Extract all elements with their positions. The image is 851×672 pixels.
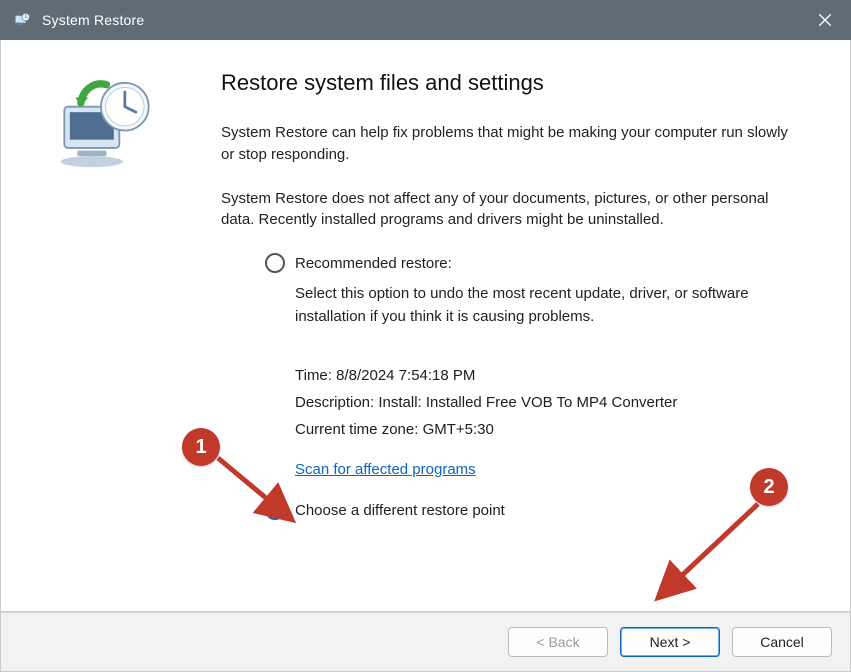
close-icon[interactable] [809, 4, 841, 36]
restore-time-row: Time: 8/8/2024 7:54:18 PM [295, 362, 795, 389]
choose-different-restore-label: Choose a different restore point [295, 502, 505, 519]
wizard-sidebar [1, 40, 201, 611]
restore-description-label: Description: [295, 394, 374, 411]
page-heading: Restore system files and settings [221, 70, 795, 96]
cancel-button[interactable]: Cancel [732, 627, 832, 657]
wizard-button-bar: < Back Next > Cancel [0, 612, 851, 672]
back-button: < Back [508, 627, 608, 657]
window-title: System Restore [42, 12, 144, 28]
scan-affected-programs-link[interactable]: Scan for affected programs [295, 461, 476, 478]
recommended-restore-option[interactable]: Recommended restore: [265, 253, 795, 273]
app-icon [12, 10, 32, 30]
intro-paragraph-1: System Restore can help fix problems tha… [221, 122, 795, 166]
restore-timezone-value: GMT+5:30 [423, 421, 494, 438]
restore-description-value: Install: Installed Free VOB To MP4 Conve… [378, 394, 677, 411]
title-bar: System Restore [0, 0, 851, 40]
wizard-body: Restore system files and settings System… [0, 40, 851, 612]
restore-timezone-label: Current time zone: [295, 421, 418, 438]
recommended-restore-description: Select this option to undo the most rece… [295, 283, 795, 328]
radio-selected-icon [265, 500, 285, 520]
wizard-content: Restore system files and settings System… [201, 40, 850, 611]
radio-unselected-icon [265, 253, 285, 273]
restore-time-value: 8/8/2024 7:54:18 PM [336, 367, 475, 384]
next-button[interactable]: Next > [620, 627, 720, 657]
restore-time-label: Time: [295, 367, 332, 384]
intro-paragraph-2: System Restore does not affect any of yo… [221, 188, 795, 232]
choose-different-restore-option[interactable]: Choose a different restore point [265, 500, 795, 520]
recommended-restore-label: Recommended restore: [295, 255, 452, 272]
restore-timezone-row: Current time zone: GMT+5:30 [295, 416, 795, 443]
system-restore-illustration-icon [46, 70, 156, 180]
restore-description-row: Description: Install: Installed Free VOB… [295, 389, 795, 416]
